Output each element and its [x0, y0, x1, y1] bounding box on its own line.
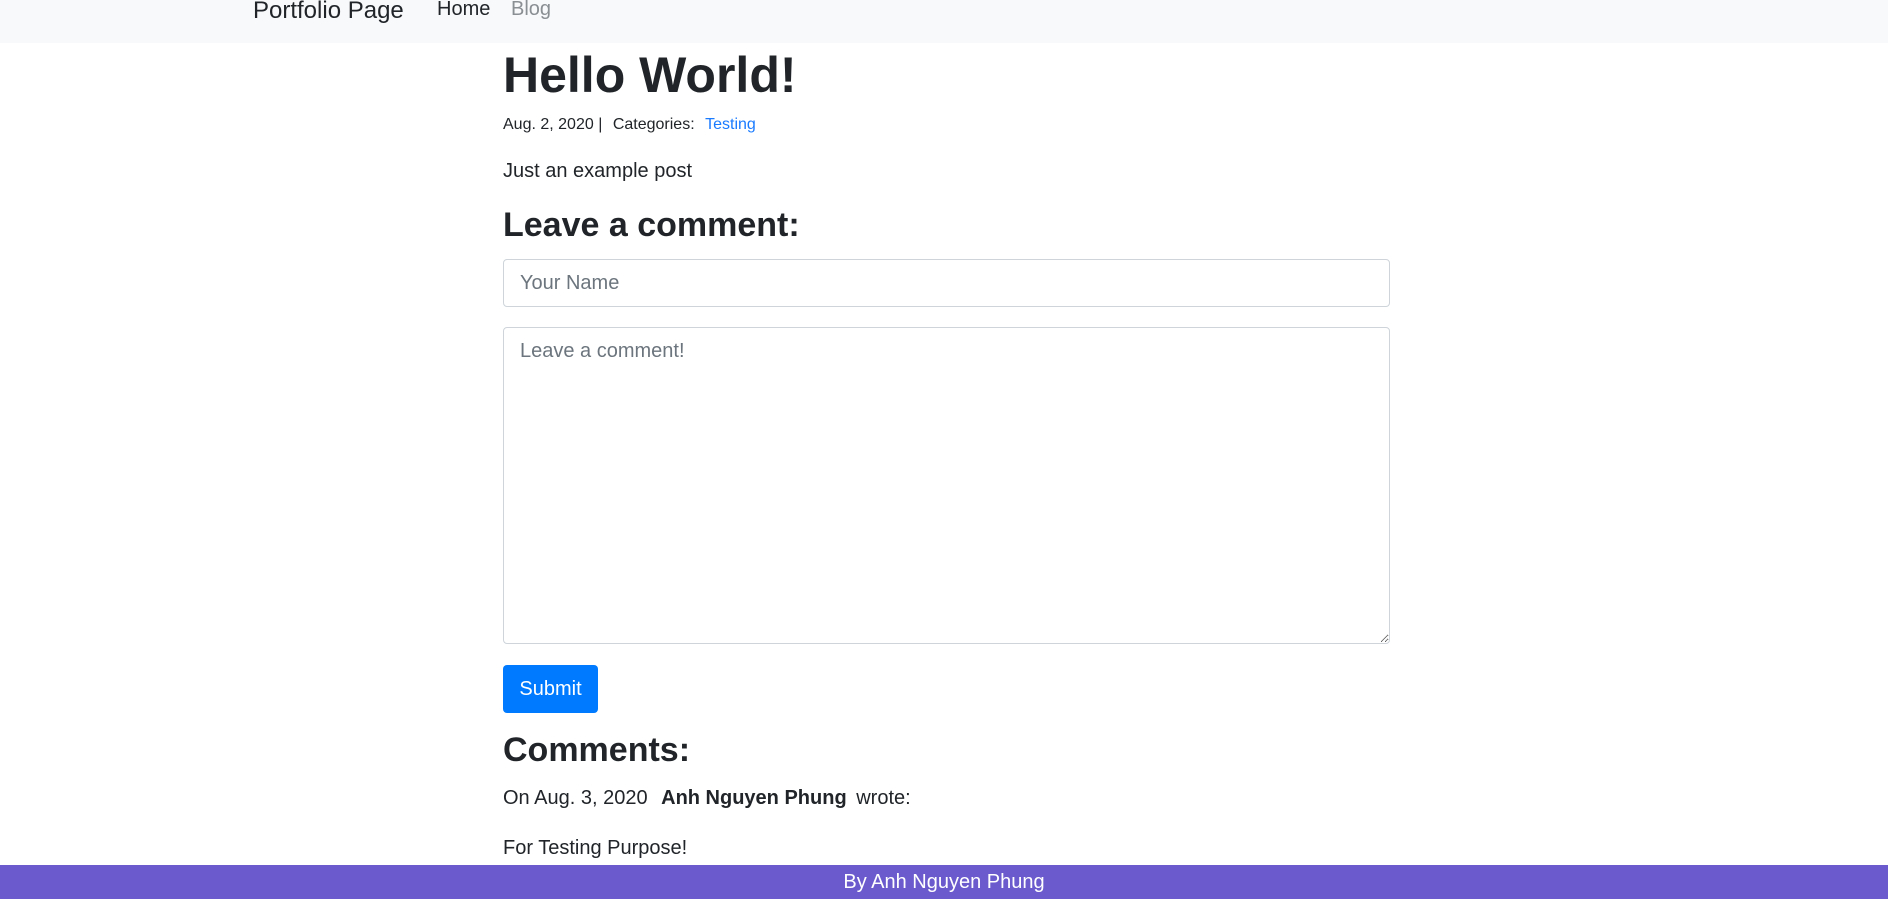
footer-text: By Anh Nguyen Phung	[843, 871, 1045, 893]
brand-link[interactable]: Portfolio Page	[253, 0, 404, 25]
categories-label: Categories:	[612, 116, 695, 133]
post-meta: Aug. 2, 2020 | Categories: Testing	[503, 116, 756, 134]
comment-date: On Aug. 3, 2020	[503, 787, 648, 809]
comment-form-title: Leave a comment:	[503, 206, 800, 244]
post-date: Aug. 2, 2020	[503, 116, 594, 133]
submit-button[interactable]: Submit	[503, 665, 598, 713]
comments-title: Comments:	[503, 731, 691, 769]
category-link-testing[interactable]: Testing	[705, 116, 756, 133]
comment-author: Anh Nguyen Phung	[661, 787, 847, 809]
nav-blog-link[interactable]: Blog	[511, 0, 551, 21]
post-title: Hello World!	[503, 47, 797, 103]
post-body: Just an example post	[503, 160, 692, 182]
comment-textarea[interactable]	[503, 327, 1390, 644]
meta-separator: |	[598, 116, 603, 133]
name-input[interactable]	[503, 259, 1390, 307]
nav-home-link[interactable]: Home	[437, 0, 490, 21]
comment-text: For Testing Purpose!	[503, 837, 688, 859]
comment-wrote: wrote:	[856, 787, 911, 809]
footer: By Anh Nguyen Phung	[0, 865, 1888, 899]
navbar: Portfolio Page Home Blog	[0, 0, 1888, 43]
comment-meta: On Aug. 3, 2020 Anh Nguyen Phung wrote:	[503, 787, 911, 810]
